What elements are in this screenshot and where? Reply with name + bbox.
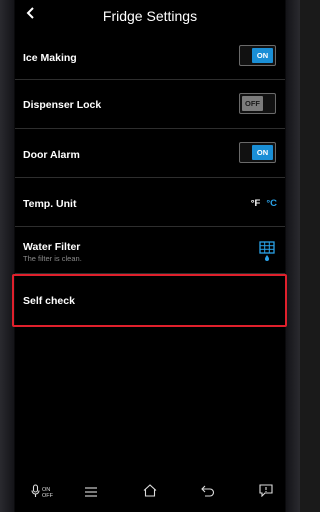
setting-row-dispenser-lock: Dispenser Lock OFF <box>15 80 285 129</box>
dispenser-lock-label: Dispenser Lock <box>23 99 102 111</box>
fahrenheit-option[interactable]: °F <box>251 198 261 209</box>
temp-unit-label: Temp. Unit <box>23 198 77 210</box>
door-alarm-label: Door Alarm <box>23 149 80 161</box>
ice-making-label: Ice Making <box>23 52 77 64</box>
chevron-left-icon <box>26 6 36 24</box>
menu-icon <box>85 484 97 502</box>
door-alarm-toggle[interactable]: ON <box>239 142 276 163</box>
dispenser-lock-toggle[interactable]: OFF <box>239 93 276 114</box>
back-icon <box>201 484 215 502</box>
ice-making-toggle[interactable]: ON <box>239 45 276 66</box>
back-button[interactable] <box>20 4 42 26</box>
door-alarm-toggle-state: ON <box>252 145 273 160</box>
water-filter-status: The filter is clean. <box>23 254 82 263</box>
return-button[interactable] <box>198 483 218 503</box>
home-button[interactable] <box>140 483 160 503</box>
feedback-button[interactable] <box>256 483 276 503</box>
bottom-navbar: ON OFF <box>15 475 285 512</box>
water-filter-icon[interactable] <box>258 240 276 262</box>
menu-button[interactable] <box>81 483 101 503</box>
header-bar: Fridge Settings <box>15 0 285 32</box>
setting-row-water-filter[interactable]: Water Filter The filter is clean. <box>15 227 285 274</box>
settings-screen: Fridge Settings Ice Making ON Dispenser … <box>15 0 285 475</box>
setting-row-temp-unit: Temp. Unit °F °C <box>15 178 285 227</box>
mic-off-label: OFF <box>42 493 53 499</box>
setting-row-self-check[interactable]: Self check <box>15 274 285 327</box>
temp-unit-selector: °F °C <box>251 198 277 209</box>
setting-row-ice-making: Ice Making ON <box>15 32 285 80</box>
dispenser-lock-toggle-state: OFF <box>242 96 263 111</box>
feedback-icon <box>259 484 273 502</box>
self-check-label: Self check <box>23 295 75 307</box>
home-icon <box>143 484 157 502</box>
mic-status-label: ON OFF <box>42 487 53 499</box>
ice-making-toggle-state: ON <box>252 48 273 63</box>
celsius-option[interactable]: °C <box>266 198 277 209</box>
water-filter-label: Water Filter <box>23 241 81 253</box>
mic-icon <box>31 483 40 503</box>
mic-toggle-button[interactable]: ON OFF <box>27 483 57 503</box>
setting-row-door-alarm: Door Alarm ON <box>15 129 285 178</box>
page-title: Fridge Settings <box>102 8 198 24</box>
